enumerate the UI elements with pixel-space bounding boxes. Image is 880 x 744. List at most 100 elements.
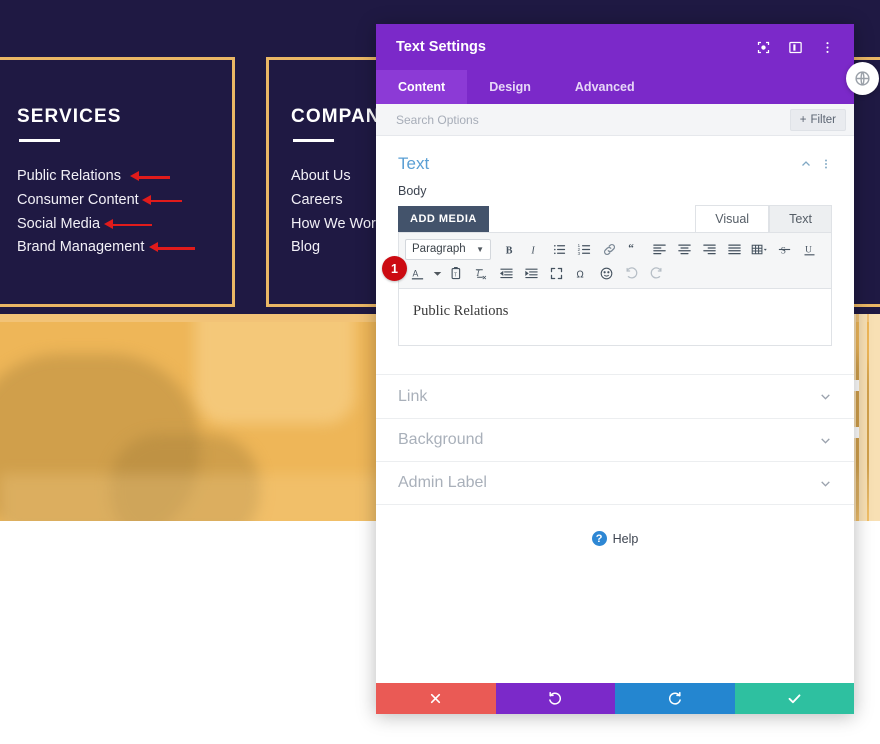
footer-column-title: SERVICES <box>17 106 122 127</box>
target-icon[interactable] <box>750 34 776 60</box>
footer-link[interactable]: Brand Management <box>17 236 232 260</box>
strikethrough-icon[interactable]: S <box>772 238 797 260</box>
align-left-icon[interactable] <box>647 238 672 260</box>
chevron-down-icon <box>819 434 832 447</box>
panel-action-bar <box>376 683 854 714</box>
format-select-value: Paragraph <box>412 243 466 255</box>
accordion-admin-label[interactable]: Admin Label <box>376 461 854 504</box>
editor-content-area[interactable]: Public Relations <box>398 289 832 346</box>
svg-text:S: S <box>781 246 786 256</box>
annotation-arrow <box>142 194 182 206</box>
editor-mode-tabs: Visual Text <box>695 205 832 232</box>
screenshot-root: SERVICES Public Relations Consumer Conte… <box>0 0 880 744</box>
panel-tabs: Content Design Advanced <box>376 70 854 104</box>
emoji-icon[interactable] <box>594 262 619 284</box>
save-button[interactable] <box>734 683 854 714</box>
tab-visual[interactable]: Visual <box>695 205 770 232</box>
search-bar: + Filter <box>376 104 854 136</box>
help-label: Help <box>612 531 639 546</box>
format-select[interactable]: Paragraph ▼ <box>405 238 491 260</box>
help-link[interactable]: ? Help <box>376 505 854 546</box>
filter-button[interactable]: + Filter <box>789 108 846 131</box>
editor-top-bar: ADD MEDIA Visual Text <box>398 205 832 232</box>
section-title: Text <box>398 154 430 173</box>
redo-icon <box>667 691 682 706</box>
panel-title: Text Settings <box>396 39 486 55</box>
title-underline <box>19 139 60 142</box>
align-center-icon[interactable] <box>672 238 697 260</box>
add-media-button[interactable]: ADD MEDIA <box>398 206 489 232</box>
search-input[interactable] <box>396 112 790 127</box>
footer-link[interactable]: Public Relations <box>17 165 232 189</box>
plus-icon: + <box>799 113 807 126</box>
text-section-header: Text <box>376 136 854 184</box>
footer-link[interactable]: Consumer Content <box>17 189 232 213</box>
chevron-up-icon[interactable] <box>796 154 816 174</box>
accordion-link[interactable]: Link <box>376 375 854 418</box>
title-underline <box>293 139 334 142</box>
text-color-dropdown-icon[interactable] <box>430 262 444 284</box>
footer-link-label: Brand Management <box>17 239 145 256</box>
wp-editor: ADD MEDIA Visual Text Paragraph ▼ B I 1 … <box>376 205 854 346</box>
bulleted-list-icon[interactable] <box>547 238 572 260</box>
italic-icon[interactable]: I <box>522 238 547 260</box>
panel-body: Text Body ADD MEDIA Visual Text Paragrap… <box>376 136 854 683</box>
underline-icon[interactable]: U <box>797 238 822 260</box>
undo-icon[interactable] <box>619 262 644 284</box>
link-icon[interactable] <box>597 238 622 260</box>
align-right-icon[interactable] <box>697 238 722 260</box>
paste-as-text-icon[interactable]: T <box>444 262 469 284</box>
accordion-title: Background <box>398 431 484 448</box>
accordion-title: Link <box>398 387 428 405</box>
editor-toolbar: Paragraph ▼ B I 1 2 3 “ S U A T I Ω <box>398 232 832 289</box>
undo-icon <box>548 691 563 706</box>
footer-link-label: Public Relations <box>17 168 121 184</box>
text-color-icon[interactable]: A <box>405 262 430 284</box>
table-icon[interactable] <box>747 238 772 260</box>
toolbar-row-2: A T I Ω <box>405 261 825 285</box>
filter-label: Filter <box>810 113 836 126</box>
numbered-list-icon[interactable]: 1 2 3 <box>572 238 597 260</box>
svg-text:B: B <box>506 245 513 256</box>
footer-link-label: About Us <box>291 168 351 184</box>
footer-link-label: Consumer Content <box>17 191 139 208</box>
editor-text: Public Relations <box>413 303 509 319</box>
redo-icon[interactable] <box>644 262 669 284</box>
more-vertical-icon[interactable] <box>816 154 836 174</box>
footer-link-label: How We Work <box>291 215 384 232</box>
accordion-title: Admin Label <box>398 474 487 491</box>
tab-advanced[interactable]: Advanced <box>553 70 657 104</box>
layout-panel-icon[interactable] <box>782 34 808 60</box>
svg-text:“: “ <box>628 242 634 254</box>
tab-text[interactable]: Text <box>769 205 832 232</box>
panel-header: Text Settings <box>376 24 854 70</box>
floating-round-button[interactable] <box>846 62 879 95</box>
footer-column-services: SERVICES Public Relations Consumer Conte… <box>0 57 235 307</box>
more-vertical-icon[interactable] <box>814 34 840 60</box>
body-field-label: Body <box>398 184 427 198</box>
footer-link[interactable]: Social Media <box>17 213 232 237</box>
fullscreen-icon[interactable] <box>544 262 569 284</box>
bold-icon[interactable]: B <box>497 238 522 260</box>
redo-button[interactable] <box>615 683 735 714</box>
svg-text:3: 3 <box>578 251 581 256</box>
undo-button[interactable] <box>495 683 615 714</box>
annotation-badge-1: 1 <box>382 256 407 281</box>
svg-text:A: A <box>413 268 419 278</box>
annotation-arrow <box>130 171 170 182</box>
indent-icon[interactable] <box>519 262 544 284</box>
blockquote-icon[interactable]: “ <box>622 238 647 260</box>
text-settings-panel: Text Settings Content Design Advanced Se… <box>376 24 854 714</box>
accordion-background[interactable]: Background <box>376 418 854 461</box>
tab-content[interactable]: Content <box>376 70 468 104</box>
tab-design[interactable]: Design <box>467 70 553 104</box>
align-justify-icon[interactable] <box>722 238 747 260</box>
cancel-button[interactable] <box>376 683 496 714</box>
svg-text:T: T <box>454 272 457 278</box>
toolbar-row-1: Paragraph ▼ B I 1 2 3 “ S U <box>405 237 825 261</box>
outdent-icon[interactable] <box>494 262 519 284</box>
clear-formatting-icon[interactable]: I <box>469 262 494 284</box>
chevron-down-icon <box>819 477 832 490</box>
help-icon: ? <box>591 531 607 546</box>
special-character-icon[interactable]: Ω <box>569 262 594 284</box>
